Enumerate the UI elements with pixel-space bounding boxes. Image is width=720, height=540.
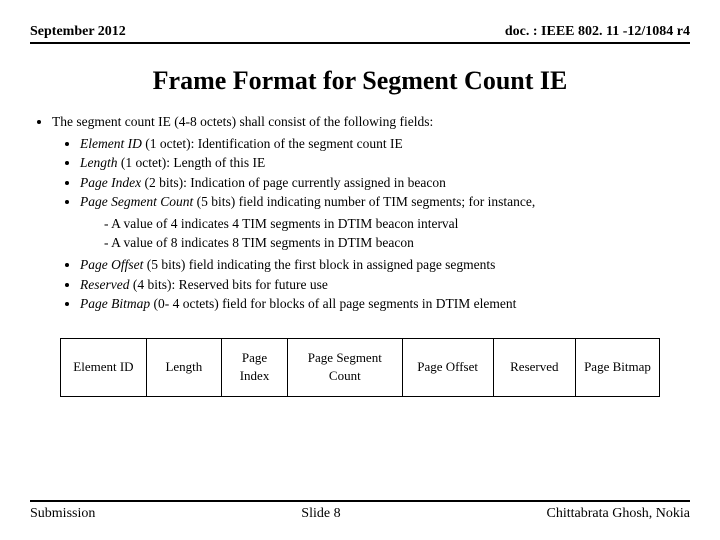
diagram-cell-page-index: Page Index bbox=[221, 338, 287, 398]
diagram-cell-page-offset: Page Offset bbox=[402, 338, 493, 398]
segment-count-note-1: A value of 4 indicates 4 TIM segments in… bbox=[104, 214, 690, 234]
diagram-cell-page-segment-count: Page Segment Count bbox=[287, 338, 401, 398]
diagram-cell-length: Length bbox=[146, 338, 221, 398]
field-page-segment-count: Page Segment Count (5 bits) field indica… bbox=[80, 192, 690, 253]
footer-slide-number: Slide 8 bbox=[95, 506, 546, 522]
header-date: September 2012 bbox=[30, 24, 126, 40]
field-page-offset: Page Offset (5 bits) field indicating th… bbox=[80, 255, 690, 275]
field-page-index: Page Index (2 bits): Indication of page … bbox=[80, 173, 690, 193]
footer-author: Chittabrata Ghosh, Nokia bbox=[547, 506, 690, 522]
page-title: Frame Format for Segment Count IE bbox=[30, 66, 690, 96]
field-length: Length (1 octet): Length of this IE bbox=[80, 153, 690, 173]
field-page-bitmap: Page Bitmap (0- 4 octets) field for bloc… bbox=[80, 294, 690, 314]
header: September 2012 doc. : IEEE 802. 11 -12/1… bbox=[30, 24, 690, 44]
frame-diagram: Element ID Length Page Index Page Segmen… bbox=[60, 338, 660, 398]
header-docnum: doc. : IEEE 802. 11 -12/1084 r4 bbox=[505, 24, 690, 40]
intro-line: The segment count IE (4-8 octets) shall … bbox=[52, 112, 690, 314]
field-reserved: Reserved (4 bits): Reserved bits for fut… bbox=[80, 275, 690, 295]
footer-left: Submission bbox=[30, 506, 95, 522]
footer: Submission Slide 8 Chittabrata Ghosh, No… bbox=[30, 500, 690, 522]
diagram-cell-reserved: Reserved bbox=[493, 338, 575, 398]
segment-count-note-2: A value of 8 indicates 8 TIM segments in… bbox=[104, 233, 690, 253]
diagram-cell-page-bitmap: Page Bitmap bbox=[575, 338, 660, 398]
content: The segment count IE (4-8 octets) shall … bbox=[30, 112, 690, 500]
field-element-id: Element ID (1 octet): Identification of … bbox=[80, 134, 690, 154]
diagram-cell-element-id: Element ID bbox=[60, 338, 146, 398]
